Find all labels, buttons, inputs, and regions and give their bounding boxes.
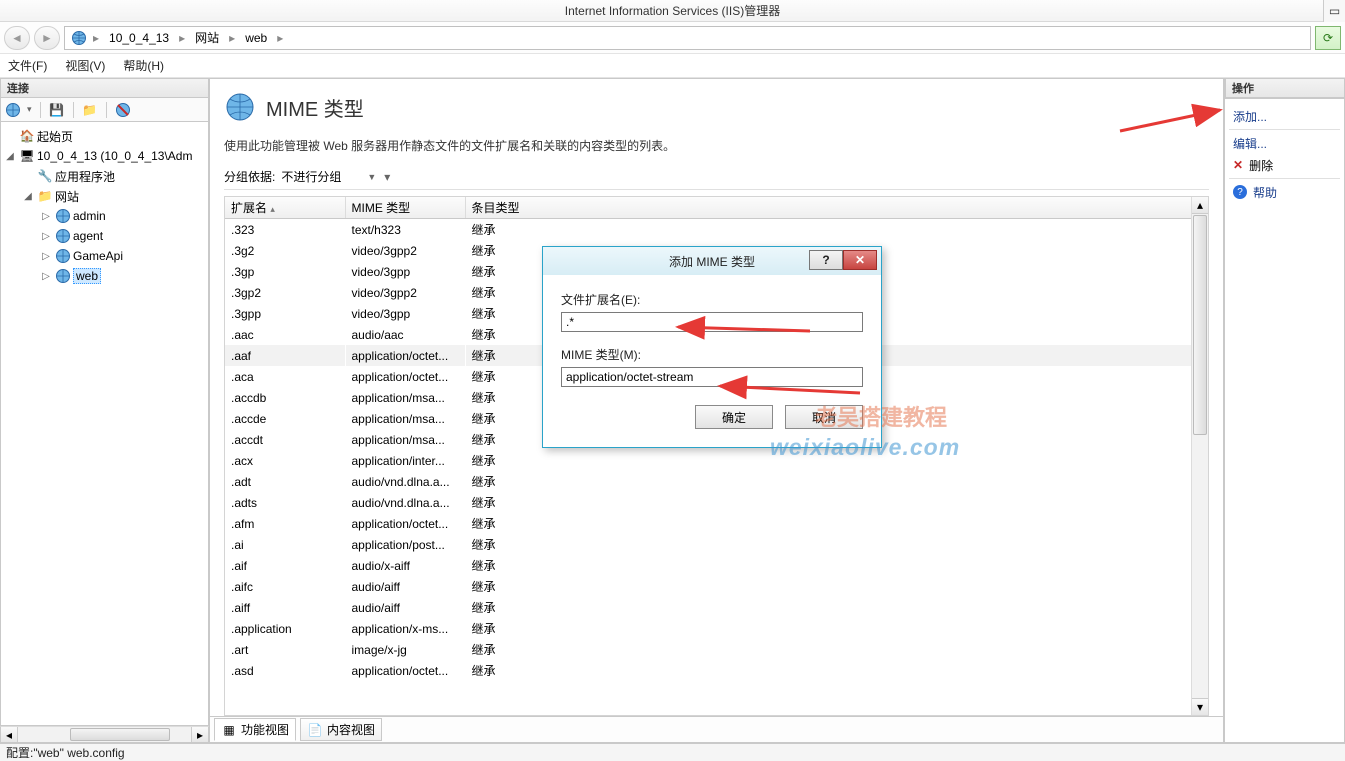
table-row[interactable]: .aifcaudio/aiff继承 — [225, 576, 1208, 597]
table-row[interactable]: .artimage/x-jg继承 — [225, 639, 1208, 660]
crumb-node[interactable]: web — [241, 31, 271, 45]
page-description: 使用此功能管理被 Web 服务器用作静态文件的文件扩展名和关联的内容类型的列表。 — [224, 137, 1209, 154]
features-icon: ▦ — [221, 722, 237, 738]
address-bar: ◄ ► ▸ 10_0_4_13 ▸ 网站 ▸ web ▸ ⟳ — [0, 22, 1345, 54]
site-icon — [55, 208, 71, 224]
scroll-thumb[interactable] — [70, 728, 170, 741]
dialog-help-button[interactable]: ? — [809, 250, 843, 270]
site-icon — [55, 268, 71, 284]
page-title-row: MIME 类型 — [224, 91, 1209, 123]
connections-tree[interactable]: 🏠起始页 ◢🖥10_0_4_13 (10_0_4_13\Adm 🔧应用程序池 ◢… — [0, 122, 209, 726]
group-by-label: 分组依据: — [224, 168, 275, 185]
connections-pane: 连接 ▾ 💾 📁 🏠起始页 ◢🖥10_0_4_13 (10_0_4_13\Adm… — [0, 78, 210, 743]
folder-icon[interactable]: 📁 — [82, 102, 98, 118]
nav-back-button[interactable]: ◄ — [4, 26, 30, 50]
actions-header: 操作 — [1225, 78, 1345, 98]
tree-site-web[interactable]: ▷web — [1, 266, 208, 286]
menu-help[interactable]: 帮助(H) — [123, 57, 164, 74]
col-entry-type[interactable]: 条目类型 — [465, 197, 1208, 219]
refresh-button[interactable]: ⟳ — [1315, 26, 1341, 50]
dialog-title: 添加 MIME 类型 — [669, 253, 755, 270]
table-row[interactable]: .aiapplication/post...继承 — [225, 534, 1208, 555]
menu-view[interactable]: 视图(V) — [65, 57, 105, 74]
tree-hscrollbar[interactable]: ◂ ▸ — [0, 726, 209, 743]
action-help[interactable]: ?帮助 — [1229, 181, 1340, 203]
window-titlebar: Internet Information Services (IIS)管理器 ▭ — [0, 0, 1345, 22]
tree-site-agent[interactable]: ▷agent — [1, 226, 208, 246]
actions-pane: 操作 添加... 编辑... ✕删除 ?帮助 — [1225, 78, 1345, 743]
globe-icon — [71, 30, 87, 46]
server-icon: 🖥 — [19, 148, 35, 164]
tree-sites[interactable]: ◢📁网站 — [1, 186, 208, 206]
mime-label: MIME 类型(M): — [561, 346, 863, 363]
minimize-icon[interactable]: ▭ — [1323, 0, 1345, 22]
table-row[interactable]: .asdapplication/octet...继承 — [225, 660, 1208, 681]
table-row[interactable]: .afmapplication/octet...继承 — [225, 513, 1208, 534]
delete-icon: ✕ — [1233, 158, 1243, 172]
apppool-icon: 🔧 — [37, 168, 53, 184]
connect-icon[interactable] — [5, 102, 21, 118]
stop-icon[interactable] — [115, 102, 131, 118]
window-title: Internet Information Services (IIS)管理器 — [565, 4, 780, 18]
table-row[interactable]: .adtsaudio/vnd.dlna.a...继承 — [225, 492, 1208, 513]
save-icon[interactable]: 💾 — [49, 102, 65, 118]
tree-start-page[interactable]: 🏠起始页 — [1, 126, 208, 146]
content-icon: 📄 — [307, 722, 323, 738]
action-add[interactable]: 添加... — [1229, 105, 1340, 127]
table-row[interactable]: .acxapplication/inter...继承 — [225, 450, 1208, 471]
add-mime-dialog: 添加 MIME 类型 ? ✕ 文件扩展名(E): MIME 类型(M): 确定 … — [542, 246, 882, 448]
scroll-up-icon[interactable]: ▴ — [1192, 197, 1208, 214]
breadcrumb[interactable]: ▸ 10_0_4_13 ▸ 网站 ▸ web ▸ — [64, 26, 1311, 50]
view-tabs: ▦功能视图 📄内容视图 — [210, 717, 1224, 743]
group-by-row: 分组依据: 不进行分组 ▼ ▾ — [224, 168, 1209, 190]
grid-vscrollbar[interactable]: ▴ ▾ — [1191, 197, 1208, 715]
table-row[interactable]: .adtaudio/vnd.dlna.a...继承 — [225, 471, 1208, 492]
table-row[interactable]: .applicationapplication/x-ms...继承 — [225, 618, 1208, 639]
menu-bar: 文件(F) 视图(V) 帮助(H) — [0, 54, 1345, 78]
crumb-sites[interactable]: 网站 — [191, 29, 223, 46]
menu-file[interactable]: 文件(F) — [8, 57, 47, 74]
tree-server[interactable]: ◢🖥10_0_4_13 (10_0_4_13\Adm — [1, 146, 208, 166]
mime-type-icon — [224, 91, 256, 123]
tree-app-pools[interactable]: 🔧应用程序池 — [1, 166, 208, 186]
table-row[interactable]: .323text/h323继承 — [225, 219, 1208, 241]
scroll-left-icon[interactable]: ◂ — [1, 727, 18, 742]
tab-features-view[interactable]: ▦功能视图 — [214, 718, 296, 741]
dropdown-icon[interactable]: ▼ — [367, 172, 376, 182]
ok-button[interactable]: 确定 — [695, 405, 773, 429]
panels: 连接 ▾ 💾 📁 🏠起始页 ◢🖥10_0_4_13 (10_0_4_13\Adm… — [0, 78, 1345, 743]
cancel-button[interactable]: 取消 — [785, 405, 863, 429]
group-by-value[interactable]: 不进行分组 — [281, 168, 341, 185]
folder-icon: 📁 — [37, 188, 53, 204]
connections-header: 连接 — [0, 78, 209, 98]
table-row[interactable]: .aiffaudio/aiff继承 — [225, 597, 1208, 618]
crumb-server[interactable]: 10_0_4_13 — [105, 31, 173, 45]
dialog-titlebar[interactable]: 添加 MIME 类型 ? ✕ — [543, 247, 881, 275]
connections-toolbar: ▾ 💾 📁 — [0, 98, 209, 122]
scroll-down-icon[interactable]: ▾ — [1192, 698, 1208, 715]
action-delete[interactable]: ✕删除 — [1229, 154, 1340, 176]
ext-input[interactable] — [561, 312, 863, 332]
site-icon — [55, 228, 71, 244]
ext-label: 文件扩展名(E): — [561, 291, 863, 308]
tab-content-view[interactable]: 📄内容视图 — [300, 718, 382, 741]
main-pane: MIME 类型 使用此功能管理被 Web 服务器用作静态文件的文件扩展名和关联的… — [210, 78, 1225, 743]
col-mime-type[interactable]: MIME 类型 — [345, 197, 465, 219]
scroll-thumb[interactable] — [1193, 215, 1207, 435]
help-icon: ? — [1233, 185, 1247, 199]
status-text: 配置:"web" web.config — [6, 746, 125, 760]
col-extension[interactable]: 扩展名 ▴ — [225, 197, 345, 219]
home-icon: 🏠 — [19, 128, 35, 144]
site-icon — [55, 248, 71, 264]
mime-input[interactable] — [561, 367, 863, 387]
table-row[interactable]: .aifaudio/x-aiff继承 — [225, 555, 1208, 576]
tree-site-admin[interactable]: ▷admin — [1, 206, 208, 226]
dialog-close-button[interactable]: ✕ — [843, 250, 877, 270]
tree-site-GameApi[interactable]: ▷GameApi — [1, 246, 208, 266]
status-bar: 配置:"web" web.config — [0, 743, 1345, 761]
scroll-right-icon[interactable]: ▸ — [191, 727, 208, 742]
page-title: MIME 类型 — [266, 93, 364, 122]
nav-forward-button[interactable]: ► — [34, 26, 60, 50]
action-edit[interactable]: 编辑... — [1229, 132, 1340, 154]
